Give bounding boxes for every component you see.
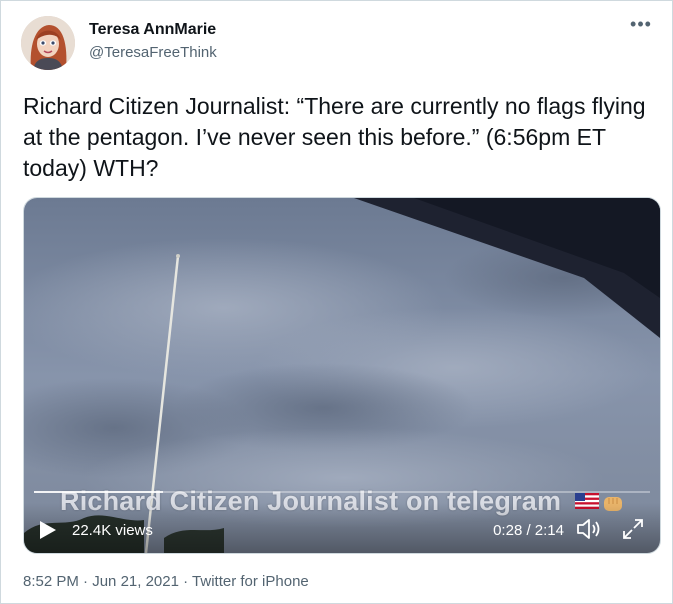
video-views: 22.4K views <box>72 522 153 539</box>
video-time: 0:28 / 2:14 <box>493 522 564 539</box>
play-icon[interactable] <box>40 521 56 539</box>
tweet-source[interactable]: Twitter for iPhone <box>192 573 309 590</box>
meta-separator: · <box>78 573 93 590</box>
fullscreen-icon[interactable] <box>622 518 644 540</box>
author-handle[interactable]: @TeresaFreeThink <box>89 44 217 61</box>
tweet-meta: 8:52 PM · Jun 21, 2021 · Twitter for iPh… <box>23 573 309 590</box>
tweet-time[interactable]: 8:52 PM <box>23 573 79 590</box>
tweet-text: Richard Citizen Journalist: “There are c… <box>23 93 646 181</box>
more-options-icon[interactable]: ••• <box>628 15 654 35</box>
video-player[interactable]: Richard Citizen Journalist on telegram 2… <box>23 197 661 554</box>
meta-separator: · <box>178 573 193 590</box>
video-progress-bar[interactable] <box>34 491 650 493</box>
tweet-card: Teresa AnnMarie @TeresaFreeThink ••• Ric… <box>0 0 673 604</box>
avatar-image <box>21 16 75 70</box>
author-name[interactable]: Teresa AnnMarie <box>89 21 216 39</box>
volume-icon[interactable] <box>576 517 602 541</box>
video-progress-fill <box>34 491 164 493</box>
video-controls: 22.4K views 0:28 / 2:14 <box>24 503 660 553</box>
tweet-date[interactable]: Jun 21, 2021 <box>92 573 179 590</box>
avatar[interactable] <box>21 16 75 70</box>
